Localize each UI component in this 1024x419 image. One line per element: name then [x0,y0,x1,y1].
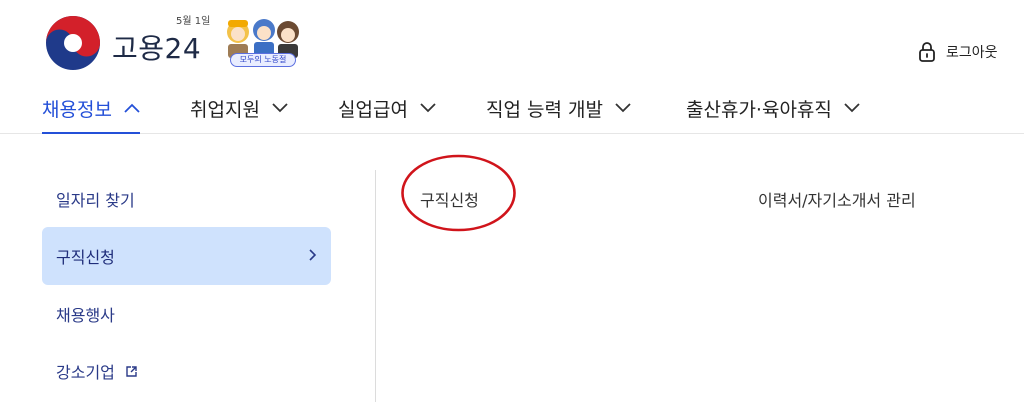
nav-item-label: 채용정보 [42,98,112,121]
logout-label: 로그아웃 [946,45,998,61]
side-menu-item-recruitment-events[interactable]: 채용행사 [42,285,331,343]
nav-item-job-info[interactable]: 채용정보 [42,92,140,134]
nav-item-label: 취업지원 [190,98,260,121]
main-navigation: 채용정보 취업지원 실업급여 직업 능력 개발 출산휴가·육아휴직 [0,88,1024,134]
side-menu-item-label: 강소기업 [56,363,115,382]
nav-item-employment-support[interactable]: 취업지원 [190,92,288,124]
event-date: 5월 1일 [176,16,211,27]
taegeuk-logo-icon [46,16,100,70]
menu-divider [375,170,376,402]
nav-item-label: 실업급여 [338,98,408,121]
event-badge: 모두의 노동절 [230,53,296,67]
chevron-up-icon [124,103,140,113]
side-menu-item-small-giant-companies[interactable]: 강소기업 [42,342,331,400]
nav-item-label: 직업 능력 개발 [486,98,603,121]
chevron-down-icon [420,103,436,113]
chevron-down-icon [615,103,631,113]
nav-item-unemployment-benefit[interactable]: 실업급여 [338,92,436,124]
lock-icon [919,42,935,62]
chevron-down-icon [844,103,860,113]
site-header: 고용24 5월 1일 모두의 노동절 로그아웃 [0,0,1024,80]
side-menu-item-job-search[interactable]: 일자리 찾기 [42,170,331,228]
external-link-icon [126,365,137,377]
chevron-right-icon [309,249,317,261]
side-menu-item-job-application[interactable]: 구직신청 [42,227,331,285]
site-logo[interactable]: 고용24 5월 1일 모두의 노동절 [44,12,314,72]
nav-item-label: 출산휴가·육아휴직 [686,98,832,121]
logo-text: 고용24 [112,32,202,65]
logout-button[interactable]: 로그아웃 [918,40,998,64]
sub-link-resume-management[interactable]: 이력서/자기소개서 관리 [758,187,916,211]
side-menu-item-label: 구직신청 [56,248,115,267]
nav-item-parental-leave[interactable]: 출산휴가·육아휴직 [686,92,860,124]
side-menu-item-label: 일자리 찾기 [56,191,135,210]
side-menu-item-label: 채용행사 [56,306,115,325]
nav-item-vocational-training[interactable]: 직업 능력 개발 [486,92,631,124]
chevron-down-icon [272,103,288,113]
sub-link-job-application[interactable]: 구직신청 [420,187,479,211]
